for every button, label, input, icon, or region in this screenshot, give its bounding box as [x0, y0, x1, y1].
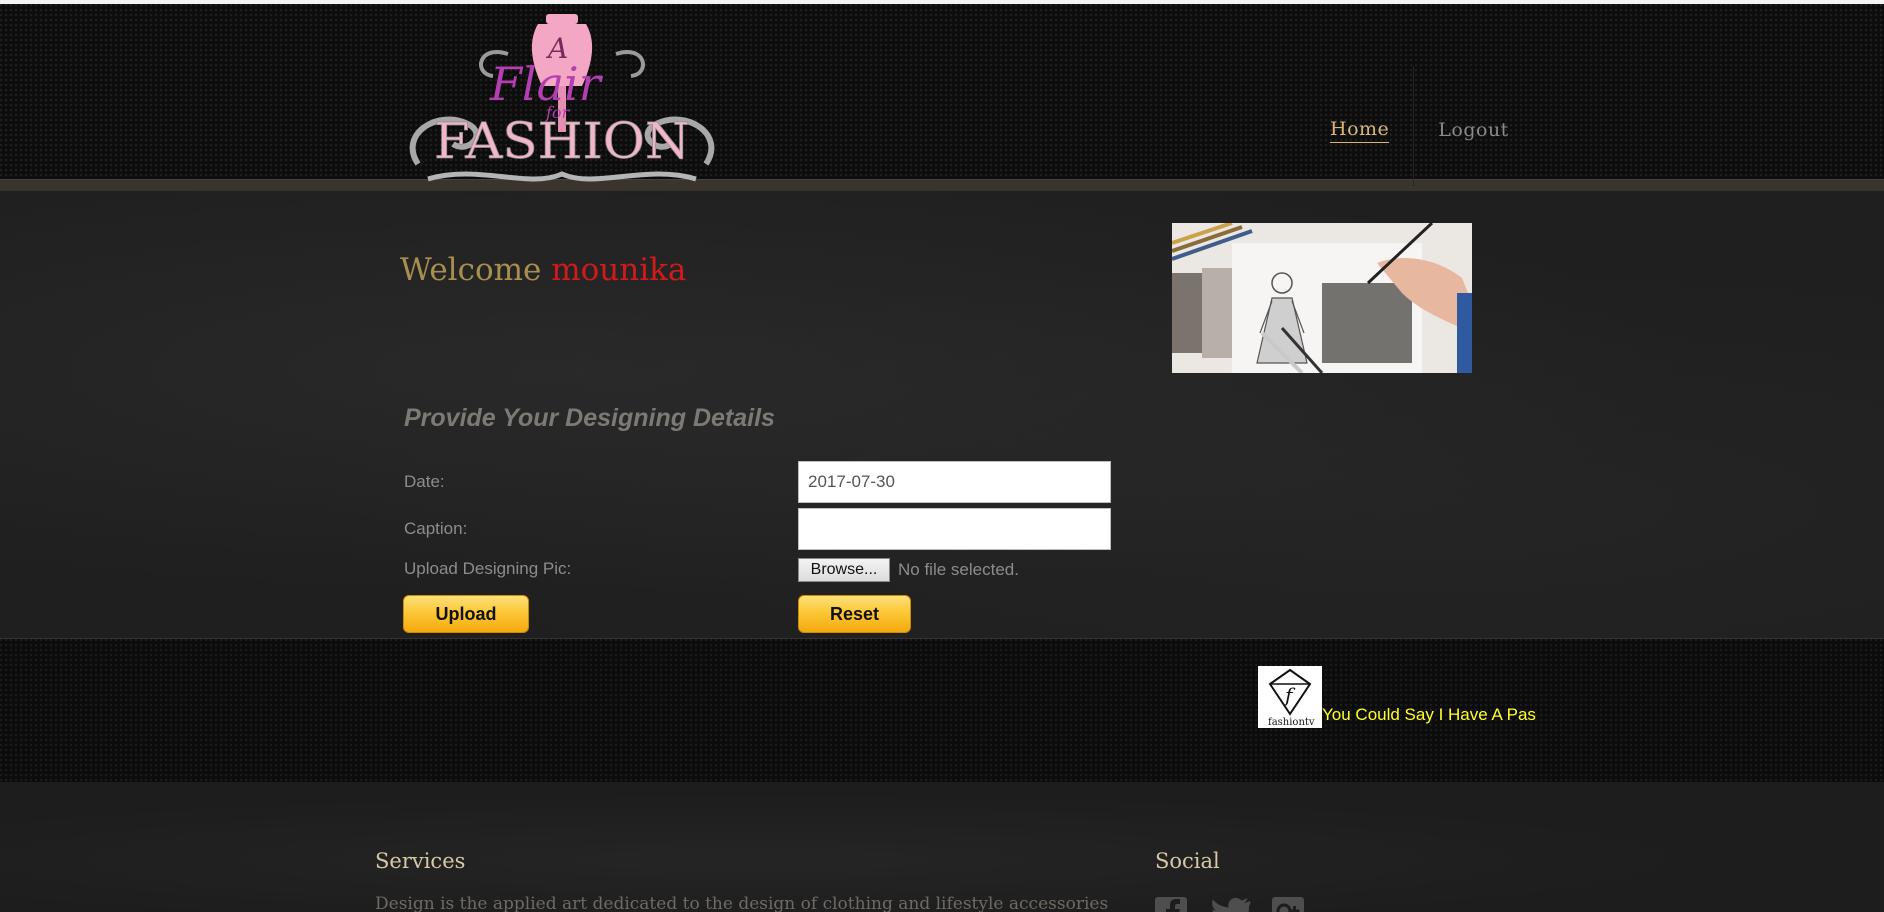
main-nav: Home Logout: [1320, 66, 1509, 190]
fashion-sketch-image: [1172, 223, 1472, 373]
no-file-status: No file selected.: [898, 560, 1019, 579]
google-plus-icon[interactable]: [1272, 897, 1304, 912]
facebook-icon[interactable]: [1155, 897, 1187, 912]
nav-logout-link[interactable]: Logout: [1438, 119, 1509, 141]
username: mounika: [551, 252, 687, 288]
site-logo[interactable]: A Flair for FASHION: [398, 14, 726, 192]
reset-button[interactable]: Reset: [798, 595, 911, 633]
logo-text-fashion: FASHION: [434, 112, 690, 170]
upload-button[interactable]: Upload: [403, 595, 529, 633]
welcome-heading: Welcome mounika: [400, 252, 686, 288]
page: A Flair for FASHION Home Logout Welcome …: [0, 0, 1884, 912]
logo-graphic: A Flair for FASHION: [409, 14, 715, 182]
services-description: Design is the applied art dedicated to t…: [375, 894, 1109, 912]
diamond-icon: f fashiontv: [1268, 668, 1315, 728]
sketch-illustration: [1172, 223, 1472, 373]
fashiontv-name: fashiontv: [1268, 717, 1315, 728]
form-title: Provide Your Designing Details: [404, 404, 775, 432]
fashiontv-logo: f fashiontv: [1258, 666, 1322, 728]
caption-input[interactable]: [798, 508, 1111, 550]
ticker-band: [0, 638, 1884, 783]
welcome-text: Welcome: [400, 252, 542, 288]
twitter-icon[interactable]: [1212, 897, 1252, 912]
services-heading: Services: [375, 849, 466, 873]
header: [0, 4, 1884, 179]
nav-divider: [1413, 66, 1415, 186]
social-heading: Social: [1155, 849, 1220, 873]
date-input[interactable]: [798, 461, 1111, 503]
upload-pic-label: Upload Designing Pic:: [404, 559, 572, 578]
fashiontv-letter: f: [1283, 683, 1296, 707]
date-label: Date:: [404, 472, 445, 491]
footer: [0, 782, 1884, 912]
ticker-text: You Could Say I Have A Pas: [1322, 705, 1536, 724]
browse-button[interactable]: Browse...: [798, 558, 890, 582]
caption-label: Caption:: [404, 519, 468, 538]
nav-home-link[interactable]: Home: [1330, 118, 1390, 143]
ticker-marquee: f fashiontv You Could Say I Have A Pas: [1258, 664, 1536, 728]
